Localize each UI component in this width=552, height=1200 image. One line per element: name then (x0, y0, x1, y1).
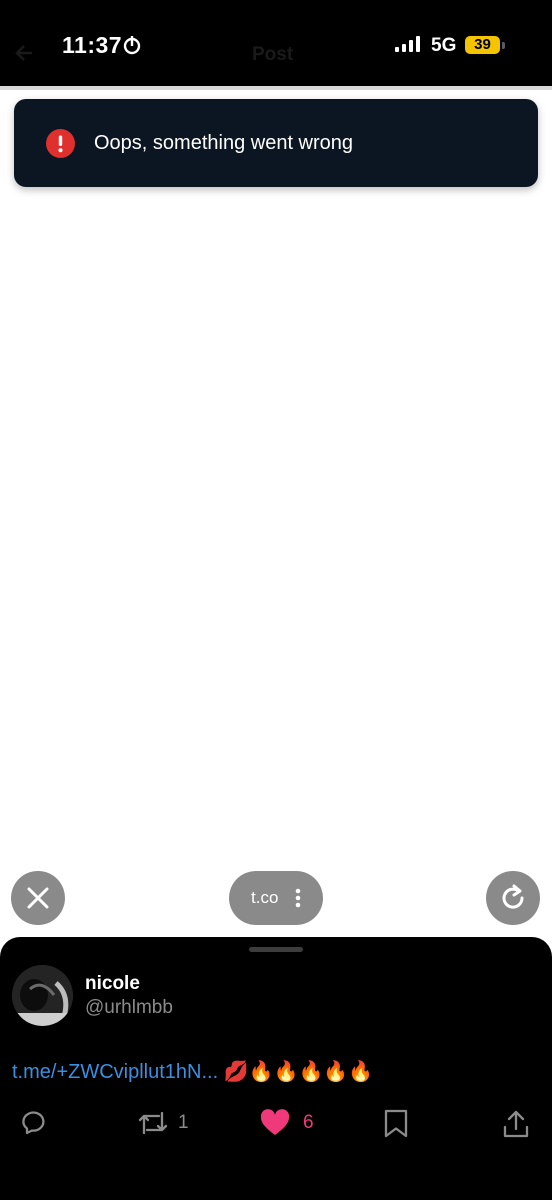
repost-count: 1 (178, 1112, 189, 1133)
close-browser-button[interactable] (11, 871, 65, 925)
bookmark-icon (384, 1109, 408, 1138)
status-bar: Post 11:37 5G 39 (0, 0, 552, 86)
close-icon (27, 887, 49, 909)
signal-icon (395, 36, 420, 52)
repost-icon (138, 1111, 168, 1135)
post-actions: 1 6 (0, 1109, 552, 1149)
like-button[interactable]: 6 (260, 1109, 314, 1137)
reply-button[interactable] (19, 1109, 49, 1139)
battery-cap (502, 42, 505, 49)
battery-level: 39 (465, 36, 500, 54)
post-body: t.me/+ZWCvipllut1hN... 💋🔥🔥🔥🔥🔥 (12, 1059, 373, 1084)
toast-message: Oops, something went wrong (94, 132, 354, 154)
avatar[interactable] (12, 965, 73, 1026)
author-handle[interactable]: @urhlmbb (85, 997, 173, 1019)
page-title: Post (252, 44, 294, 65)
author-name[interactable]: nicole (85, 973, 140, 995)
error-icon (46, 129, 75, 158)
back-arrow-icon (15, 45, 32, 61)
network-type: 5G (431, 35, 457, 56)
reload-icon (502, 884, 524, 909)
header-divider (0, 86, 552, 90)
error-toast[interactable]: Oops, something went wrong (14, 99, 538, 187)
like-count: 6 (303, 1112, 314, 1133)
url-pill[interactable]: t.co (229, 871, 323, 925)
share-button[interactable] (502, 1109, 530, 1139)
post-emojis: 💋🔥🔥🔥🔥🔥 (223, 1061, 374, 1083)
heart-icon (260, 1109, 290, 1135)
bookmark-button[interactable] (383, 1109, 409, 1139)
focus-icon (123, 36, 141, 55)
status-time: 11:37 (62, 32, 123, 58)
avatar-image (12, 965, 73, 1026)
post-preview-sheet: nicole @urhlmbb t.me/+ZWCvipllut1hN... 💋… (0, 937, 552, 1200)
sheet-drag-handle[interactable] (249, 947, 303, 952)
repost-button[interactable]: 1 (137, 1109, 189, 1137)
reload-button[interactable] (486, 871, 540, 925)
url-text: t.co (251, 888, 279, 907)
reply-icon (22, 1111, 45, 1135)
post-link[interactable]: t.me/+ZWCvipllut1hN... (12, 1061, 218, 1083)
share-icon (503, 1110, 529, 1138)
more-vertical-icon[interactable] (295, 888, 301, 908)
